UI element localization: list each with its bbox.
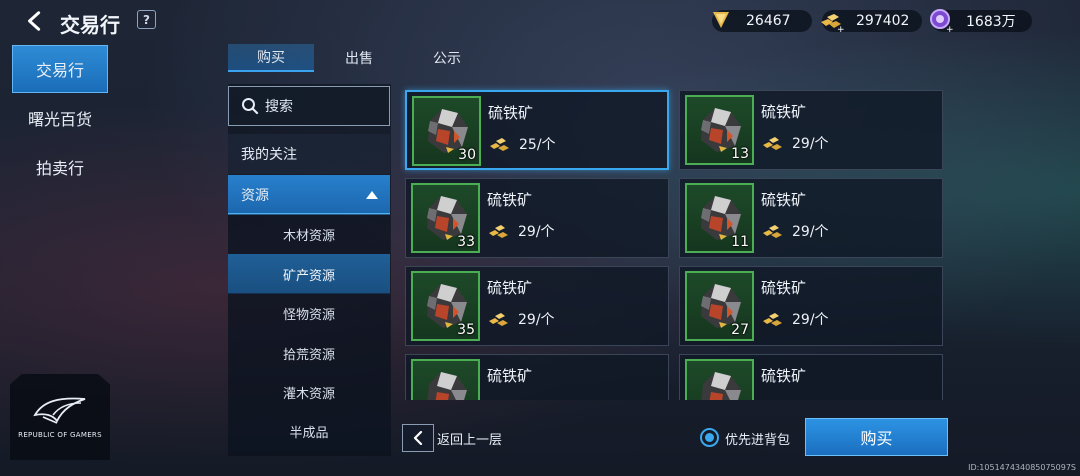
tab-sell[interactable]: 出售 bbox=[316, 44, 402, 72]
search-placeholder: 搜索 bbox=[265, 99, 293, 115]
search-input[interactable]: 搜索 bbox=[228, 86, 390, 126]
gold-bars-icon bbox=[489, 313, 508, 326]
item-name: 硫铁矿 bbox=[761, 191, 807, 209]
backpack-priority-radio[interactable] bbox=[700, 428, 719, 447]
page-title: 交易行 bbox=[60, 13, 120, 37]
subcategory-mineral[interactable]: 矿产资源 bbox=[228, 254, 390, 294]
category-resources-label: 资源 bbox=[241, 188, 269, 204]
collapse-triangle-icon bbox=[366, 191, 378, 199]
item-card[interactable]: 硫铁矿 bbox=[679, 354, 943, 400]
currency-ticket[interactable]: 26467 bbox=[712, 10, 812, 32]
item-card[interactable]: 33 硫铁矿 29/个 bbox=[405, 178, 669, 258]
item-name: 硫铁矿 bbox=[761, 103, 807, 121]
svg-text:+: + bbox=[946, 25, 954, 33]
item-price: 29/个 bbox=[762, 309, 829, 329]
rog-logo: REPUBLIC OF GAMERS bbox=[10, 374, 110, 460]
gold-bars-icon bbox=[490, 138, 509, 151]
item-quantity: 33 bbox=[457, 234, 475, 250]
category-favorites[interactable]: 我的关注 bbox=[228, 134, 390, 174]
gold-bars-icon bbox=[489, 225, 508, 238]
item-price-value: 29/个 bbox=[518, 224, 555, 240]
subcategory-wood[interactable]: 木材资源 bbox=[228, 214, 390, 254]
gold-bars-icon bbox=[763, 137, 782, 150]
item-name: 硫铁矿 bbox=[487, 191, 533, 209]
svg-text:+: + bbox=[837, 25, 844, 33]
rog-eye-icon bbox=[33, 397, 86, 424]
item-thumbnail: 35 bbox=[411, 271, 480, 341]
item-thumbnail: 11 bbox=[685, 183, 754, 253]
item-price: 29/个 bbox=[488, 309, 555, 329]
item-card[interactable]: 27 硫铁矿 29/个 bbox=[679, 266, 943, 346]
item-quantity: 30 bbox=[458, 147, 476, 163]
gold-bars-plus-icon: + bbox=[821, 14, 844, 33]
item-card[interactable]: 30 硫铁矿 25/个 bbox=[405, 90, 669, 170]
help-icon[interactable]: ? bbox=[137, 10, 156, 29]
item-price: 25/个 bbox=[489, 134, 556, 154]
sidebar-item-auction[interactable]: 拍卖行 bbox=[12, 143, 108, 191]
item-card[interactable]: 13 硫铁矿 29/个 bbox=[679, 90, 943, 170]
ticket-icon bbox=[713, 12, 729, 28]
buy-button[interactable]: 购买 bbox=[805, 418, 948, 456]
user-id-watermark: ID:105147434085075097S bbox=[968, 463, 1076, 472]
rog-text: REPUBLIC OF GAMERS bbox=[18, 431, 102, 439]
item-card[interactable]: 35 硫铁矿 29/个 bbox=[405, 266, 669, 346]
item-quantity: 27 bbox=[731, 322, 749, 338]
subcategory-semi-finished[interactable]: 半成品 bbox=[228, 411, 390, 451]
pyrite-ore-icon bbox=[427, 372, 467, 400]
item-name: 硫铁矿 bbox=[761, 279, 807, 297]
item-thumbnail bbox=[411, 359, 480, 400]
currency-premium[interactable]: + 1683万 bbox=[930, 9, 1032, 33]
gold-bars-icon bbox=[763, 313, 782, 326]
currency-gold-value: 297402 bbox=[856, 13, 910, 29]
item-thumbnail: 13 bbox=[685, 95, 754, 165]
top-bar: 交易行 ? 26467 + 297402 + 1683万 bbox=[0, 0, 1080, 44]
item-price-value: 29/个 bbox=[792, 312, 829, 328]
item-thumbnail: 30 bbox=[412, 96, 481, 166]
item-price: 29/个 bbox=[488, 221, 555, 241]
tab-buy[interactable]: 购买 bbox=[228, 44, 314, 72]
currency-premium-value: 1683万 bbox=[966, 14, 1016, 30]
subcategory-scavenge[interactable]: 拾荒资源 bbox=[228, 333, 390, 373]
item-price-value: 25/个 bbox=[519, 137, 556, 153]
pyrite-ore-icon bbox=[701, 372, 741, 400]
back-level-button[interactable] bbox=[402, 424, 434, 452]
item-quantity: 13 bbox=[731, 146, 749, 162]
subcategory-monster[interactable]: 怪物资源 bbox=[228, 293, 390, 333]
purple-coin-plus-icon: + bbox=[930, 9, 954, 33]
sidebar-item-trading[interactable]: 交易行 bbox=[12, 45, 108, 93]
item-quantity: 11 bbox=[731, 234, 749, 250]
sidebar-item-department-store[interactable]: 曙光百货 bbox=[12, 94, 108, 142]
tab-public[interactable]: 公示 bbox=[404, 44, 490, 72]
item-card[interactable]: 11 硫铁矿 29/个 bbox=[679, 178, 943, 258]
chevron-left-icon bbox=[413, 431, 423, 445]
currency-gold[interactable]: + 297402 bbox=[821, 10, 922, 33]
item-card[interactable]: 硫铁矿 bbox=[405, 354, 669, 400]
item-name: 硫铁矿 bbox=[488, 104, 534, 122]
item-name: 硫铁矿 bbox=[487, 367, 533, 385]
back-level-label[interactable]: 返回上一层 bbox=[437, 429, 502, 448]
gold-bars-icon bbox=[763, 225, 782, 238]
back-button[interactable] bbox=[20, 6, 50, 36]
back-arrow-icon bbox=[28, 11, 41, 31]
item-price-value: 29/个 bbox=[792, 224, 829, 240]
subcategory-shrub[interactable]: 灌木资源 bbox=[228, 372, 390, 412]
item-name: 硫铁矿 bbox=[761, 367, 807, 385]
currency-ticket-value: 26467 bbox=[746, 13, 791, 29]
item-price: 29/个 bbox=[762, 133, 829, 153]
item-price-value: 29/个 bbox=[792, 136, 829, 152]
item-price-value: 29/个 bbox=[518, 312, 555, 328]
backpack-priority-label[interactable]: 优先进背包 bbox=[725, 429, 790, 448]
item-price: 29/个 bbox=[762, 221, 829, 241]
item-grid: 30 硫铁矿 25/个 13 硫铁矿 29/个 33 硫铁矿 29/个 11 硫… bbox=[400, 84, 950, 400]
item-thumbnail: 27 bbox=[685, 271, 754, 341]
item-name: 硫铁矿 bbox=[487, 279, 533, 297]
item-thumbnail: 33 bbox=[411, 183, 480, 253]
item-quantity: 35 bbox=[457, 322, 475, 338]
category-resources[interactable]: 资源 bbox=[228, 175, 390, 215]
search-icon bbox=[242, 98, 259, 115]
item-thumbnail bbox=[685, 359, 754, 400]
